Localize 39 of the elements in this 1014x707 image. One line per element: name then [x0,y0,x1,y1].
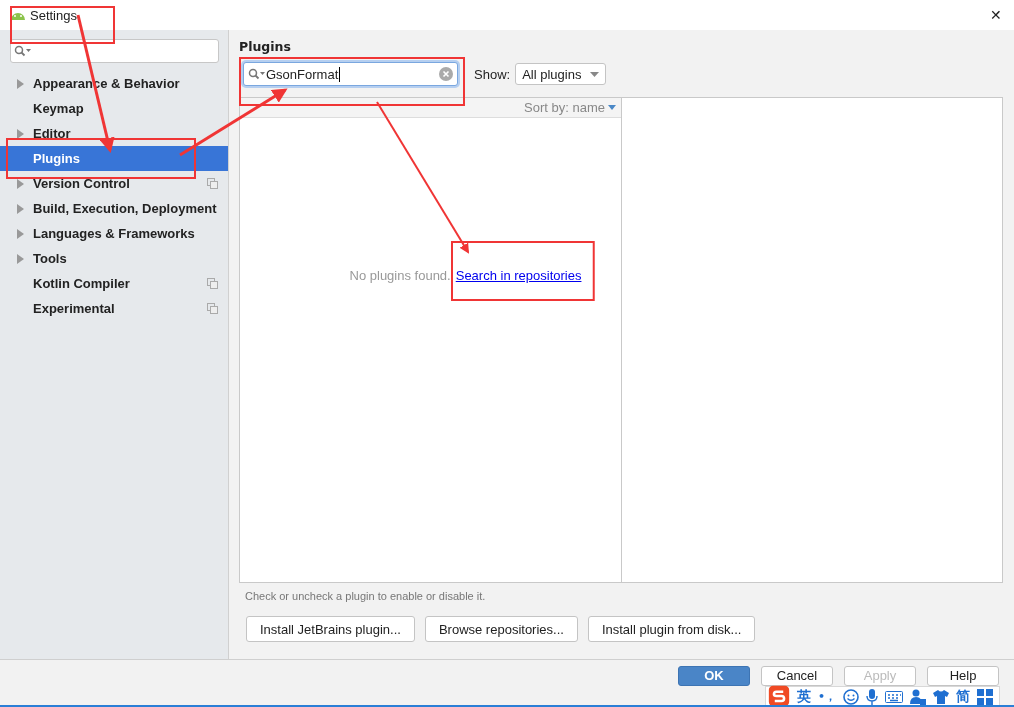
hint-text: Check or uncheck a plugin to enable or disable it. [245,590,487,602]
search-field[interactable] [10,39,219,63]
ime-script[interactable]: 简 [956,687,971,705]
keyboard-icon[interactable] [885,690,904,703]
sidebar-item[interactable]: Plugins [0,146,228,171]
user-icon[interactable] [910,688,927,705]
caret-icon [608,105,616,110]
search-icon [248,68,266,80]
sidebar-item[interactable]: Editor [0,121,228,146]
search-text: GsonFormat [266,66,339,82]
show-dropdown[interactable]: All plugins [515,63,607,85]
show-label: Show: [474,66,511,82]
microphone-icon[interactable] [866,688,879,705]
dialog-button[interactable]: Cancel [761,666,833,686]
shirt-icon[interactable] [933,688,950,705]
plugin-action-button[interactable]: Install plugin from disk... [587,616,756,642]
plugin-action-button[interactable]: Browse repositories... [424,616,578,642]
sidebar-item[interactable]: Version Control [0,171,228,196]
window-title: Settings [30,7,77,23]
ok-button[interactable]: OK [678,666,750,686]
dialog-button[interactable]: Help [927,666,999,686]
sidebar-item[interactable]: Build, Execution, Deployment [0,196,228,221]
android-icon [10,10,26,20]
close-button[interactable]: ✕ [988,7,1004,23]
grid-icon[interactable] [977,688,994,705]
section-title: Plugins [239,39,292,56]
sidebar-item[interactable]: Languages & Frameworks [0,221,228,246]
ime-language[interactable]: 英 [797,687,811,705]
smiley-icon[interactable] [843,688,860,705]
empty-message: No plugins found. [349,267,451,283]
sidebar-item[interactable]: Keymap [0,96,228,121]
search-field[interactable]: GsonFormat [243,62,458,86]
sidebar-item[interactable]: Experimental [0,296,228,321]
sidebar-item[interactable]: Tools [0,246,228,271]
caret-icon [590,71,600,77]
search-icon [14,45,32,57]
ime-punctuation[interactable]: •， [818,689,837,704]
plugin-action-button[interactable]: Install JetBrains plugin... [246,616,415,642]
sidebar-item[interactable]: Kotlin Compiler [0,271,228,296]
